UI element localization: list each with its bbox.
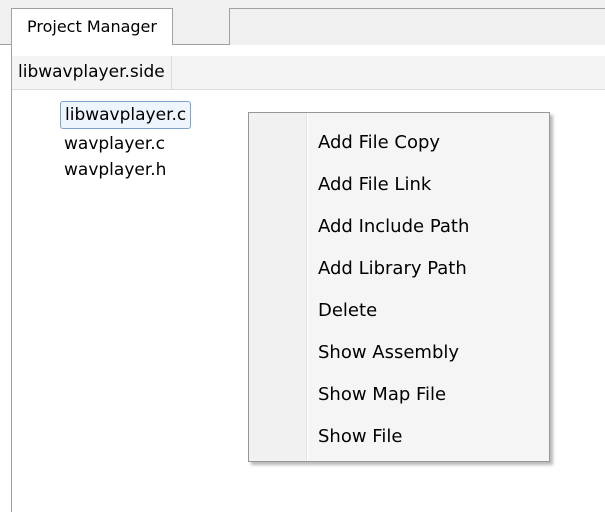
menu-item-delete[interactable]: Delete [252, 291, 546, 331]
menu-item-show-assembly[interactable]: Show Assembly [252, 333, 546, 373]
tree-item-wavplayer-c[interactable]: wavplayer.c [60, 130, 169, 158]
tab-strip: Project Manager [0, 0, 605, 45]
tab-strip-empty-area [229, 8, 605, 45]
menu-item-show-map-file[interactable]: Show Map File [252, 375, 546, 415]
menu-item-add-include-path[interactable]: Add Include Path [252, 207, 546, 247]
project-root-item[interactable]: libwavplayer.side [12, 56, 172, 89]
tab-project-manager[interactable]: Project Manager [11, 8, 173, 45]
menu-item-add-file-copy[interactable]: Add File Copy [252, 123, 546, 163]
tree-header-row: libwavplayer.side [12, 56, 605, 90]
tree-item-wavplayer-h[interactable]: wavplayer.h [60, 156, 170, 184]
project-manager-window: Project Manager libwavplayer.side libwav… [0, 0, 605, 512]
context-menu: Add File Copy Add File Link Add Include … [248, 112, 550, 462]
menu-item-add-library-path[interactable]: Add Library Path [252, 249, 546, 289]
tree-item-libwavplayer-c[interactable]: libwavplayer.c [60, 101, 192, 129]
menu-item-add-file-link[interactable]: Add File Link [252, 165, 546, 205]
menu-item-show-file[interactable]: Show File [252, 417, 546, 457]
